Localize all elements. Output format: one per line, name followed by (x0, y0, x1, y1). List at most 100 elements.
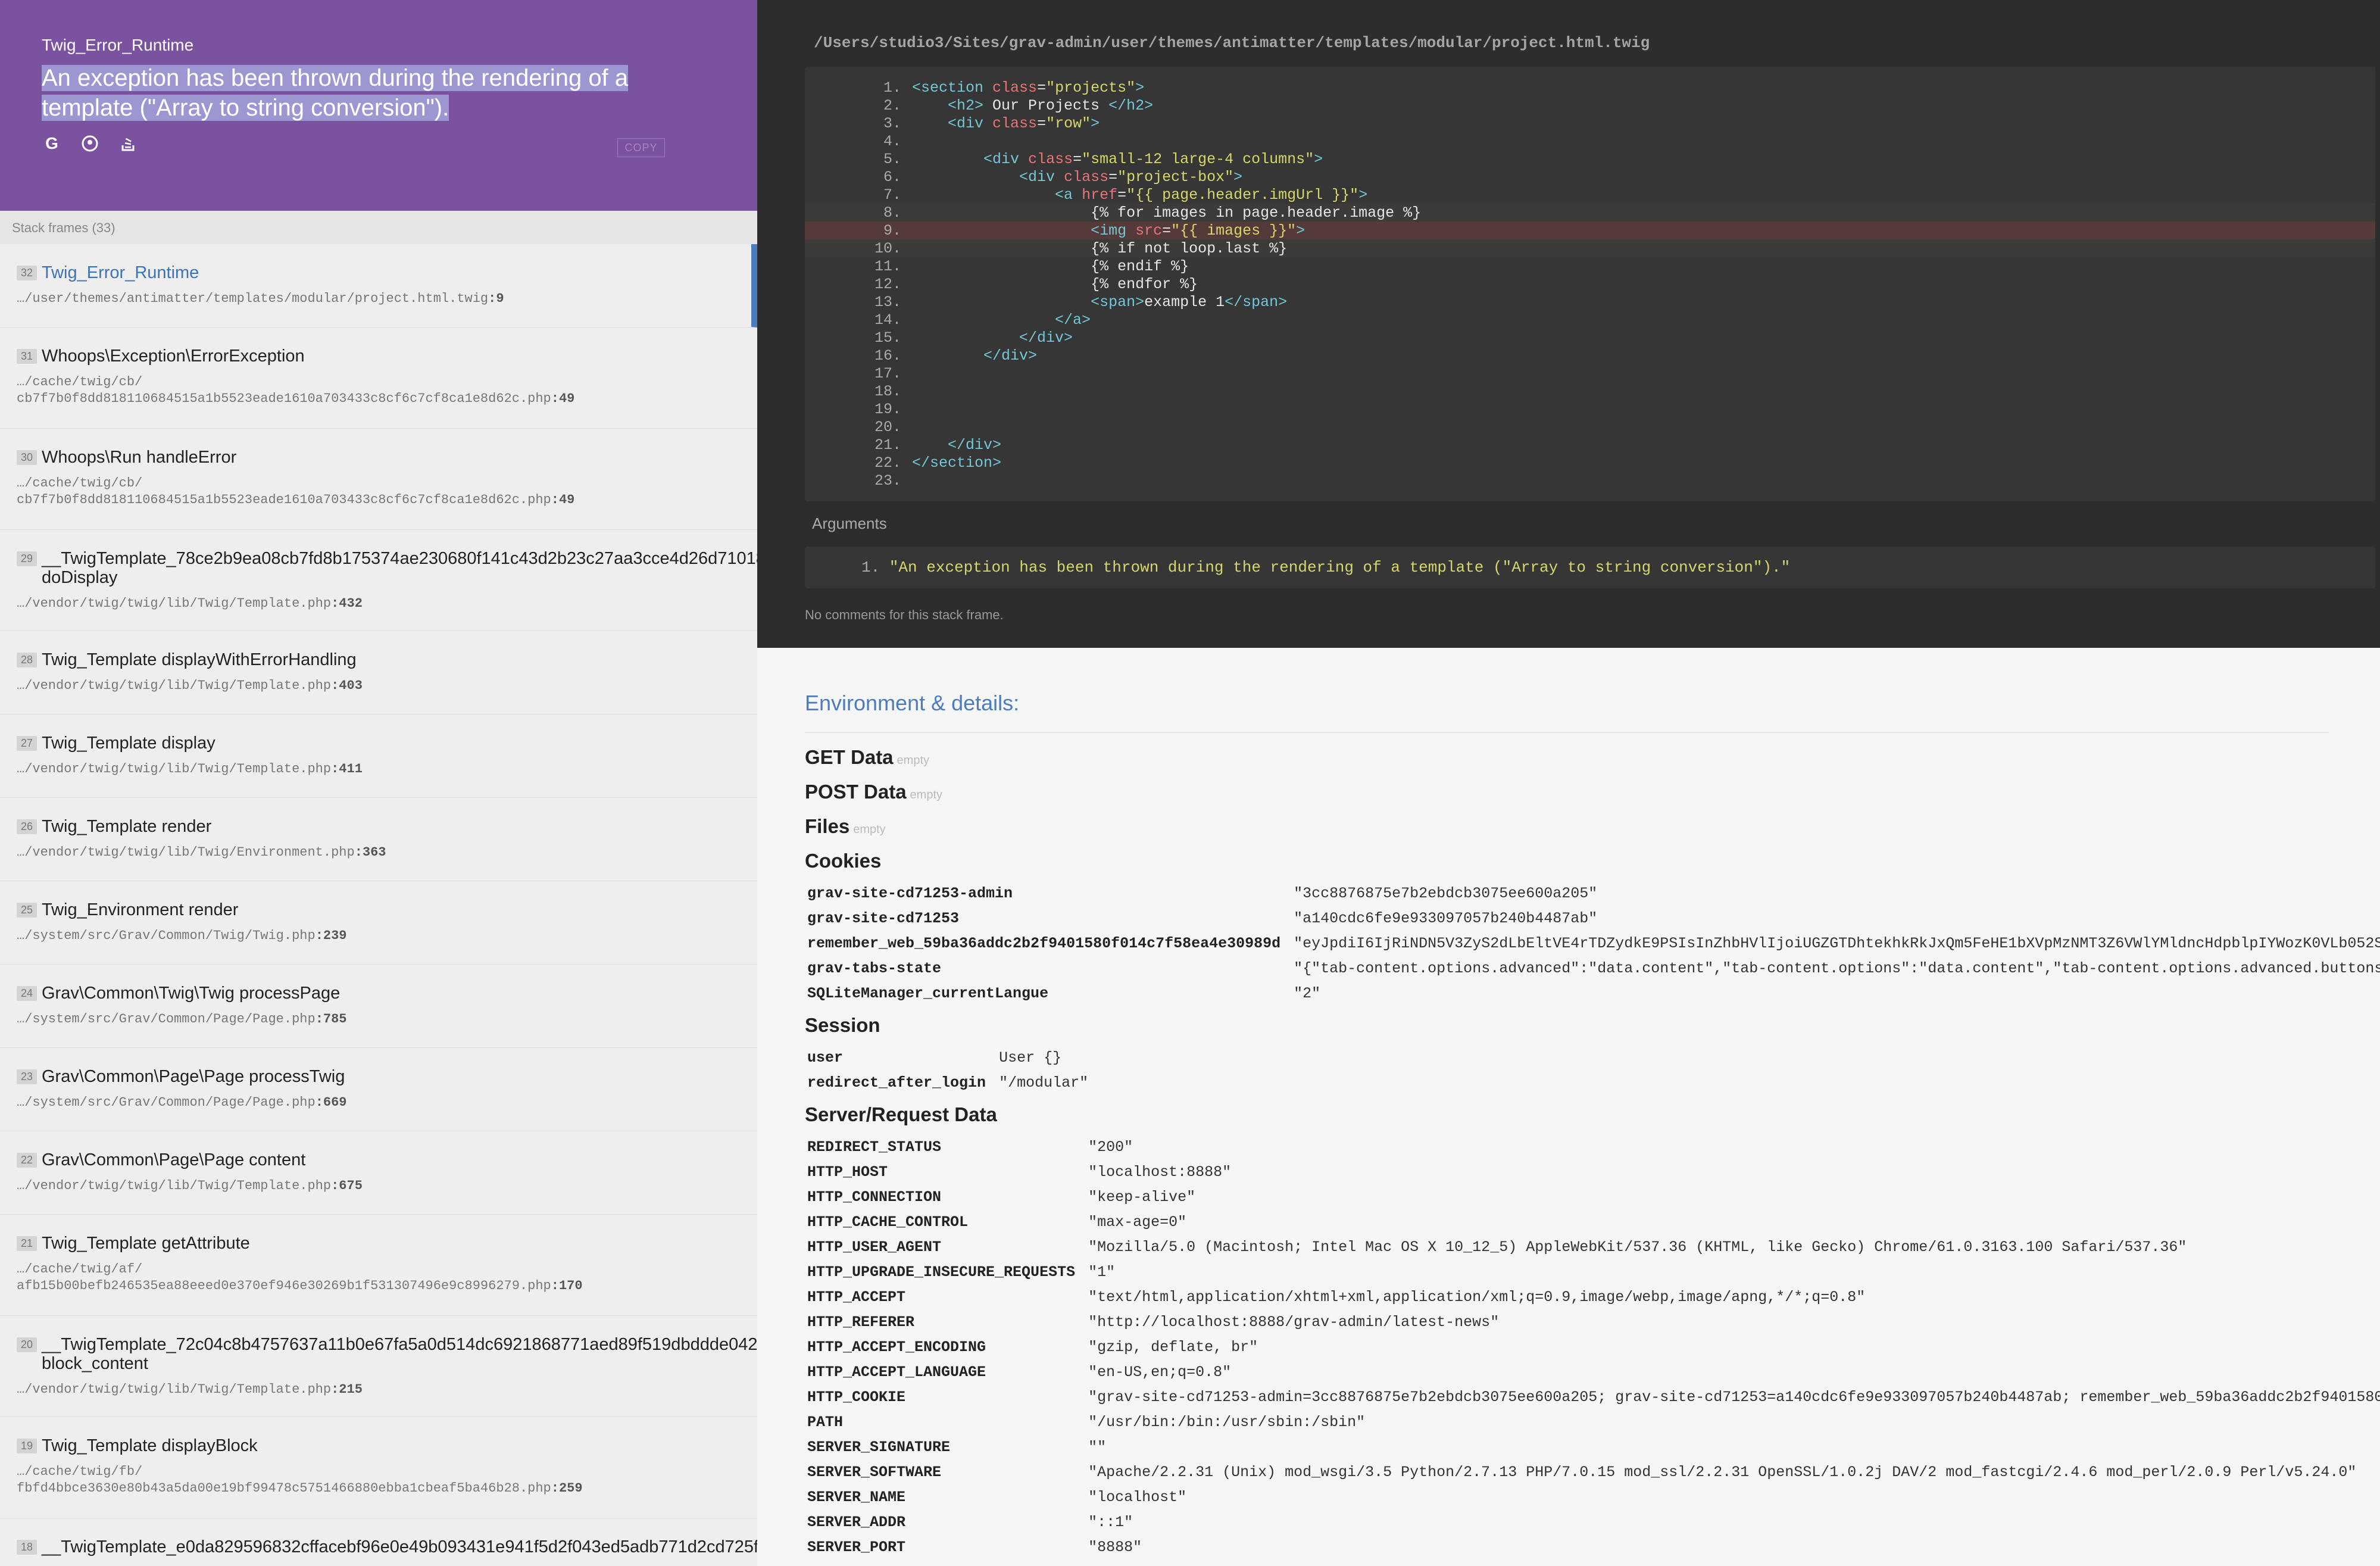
value-cell: "200" (1088, 1138, 1133, 1156)
exception-message-text: An exception has been thrown during the … (42, 65, 629, 121)
code-block: 1. <section class="projects"> 2. <h2> Our… (805, 67, 2375, 501)
server-table: REDIRECT_STATUS "200" HTTP_HOST "localhost:… (807, 1134, 2380, 1559)
stack-frame[interactable]: 18 __TwigTemplate_e0da829596832cffacebf96… (0, 1518, 757, 1566)
frame-file: …/system/src/Grav/Common/Page/Page.php:6… (17, 1095, 347, 1110)
google-icon[interactable]: G (42, 133, 62, 154)
frame-index: 20 (17, 1337, 37, 1352)
key-cell: grav-tabs-state (807, 959, 942, 977)
frame-title: Twig_Environment render (42, 900, 239, 919)
argument-index: 1. (861, 559, 880, 576)
table-row: HTTP_ACCEPT_LANGUAGE "en-US,en;q=0.8" (807, 1359, 2380, 1384)
frame-file: …/vendor/twig/twig/lib/Twig/Template.php… (17, 678, 363, 693)
key-cell: user (807, 1049, 844, 1066)
frame-title: Twig_Template getAttribute (42, 1234, 250, 1253)
table-row: HTTP_COOKIE "grav-site-cd71253-admin=3cc8… (807, 1384, 2380, 1409)
frame-file: …/vendor/twig/twig/lib/Twig/Template.php… (17, 762, 363, 776)
copy-button[interactable]: COPY (617, 138, 665, 157)
stack-frames-panel: Twig_Error_Runtime An exception has been… (0, 0, 757, 1566)
exception-class: Twig_Error_Runtime (42, 36, 194, 54)
stack-frame[interactable]: 29 __TwigTemplate_78ce2b9ea08cb7fd8b17537… (0, 530, 757, 631)
value-cell: "max-age=0" (1088, 1213, 1187, 1231)
frame-title: __TwigTemplate_78ce2b9ea08cb7fd8b175374a… (42, 549, 757, 587)
frame-title: Grav\Common\Page\Page processTwig (42, 1067, 345, 1086)
value-cell: "/usr/bin:/bin:/usr/sbin:/sbin" (1088, 1413, 1366, 1431)
stack-frame[interactable]: 32 Twig_Error_Runtime …/user/themes/antima… (0, 244, 757, 327)
value-cell: "en-US,en;q=0.8" (1088, 1363, 1232, 1381)
frame-index: 28 (17, 653, 37, 667)
table-row: HTTP_HOST "localhost:8888" (807, 1159, 2380, 1184)
frame-file: …/cache/twig/cb/ cb7f7b0f8dd818110684515… (17, 476, 575, 507)
frame-index: 26 (17, 819, 37, 834)
table-row: HTTP_UPGRADE_INSECURE_REQUESTS "1" (807, 1259, 2380, 1284)
duckduckgo-icon[interactable] (80, 133, 100, 154)
error-line: 9. <img src="{{ images }}"> (805, 222, 2375, 239)
value-cell: "{"tab-content.options.advanced":"data.c… (1294, 959, 2380, 977)
key-cell: HTTP_ACCEPT_ENCODING (807, 1338, 986, 1356)
frame-index: 23 (17, 1069, 37, 1084)
table-row: HTTP_USER_AGENT "Mozilla/5.0 (Macintosh; … (807, 1234, 2380, 1259)
frame-index: 30 (17, 450, 37, 465)
frame-file: …/user/themes/antimatter/templates/modul… (17, 291, 504, 306)
value-cell: "text/html,application/xhtml+xml,applica… (1088, 1288, 1866, 1306)
arguments-box: 1. "An exception has been thrown during … (805, 547, 2375, 588)
table-row: grav-tabs-state "{"tab-content.options.ad… (807, 956, 2380, 981)
stackoverflow-icon[interactable] (118, 133, 138, 154)
key-cell: SERVER_SIGNATURE (807, 1438, 951, 1456)
post-data-title: POST Data empty (805, 781, 943, 803)
value-cell: "::1" (1088, 1513, 1133, 1531)
stack-frame[interactable]: 20 __TwigTemplate_72c04c8b4757637a11b0e67… (0, 1316, 757, 1417)
argument-value: "An exception has been thrown during the… (889, 559, 1791, 576)
key-cell: redirect_after_login (807, 1074, 986, 1091)
frame-file-path[interactable]: /Users/studio3/Sites/grav-admin/user/the… (814, 34, 1650, 52)
table-row: REDIRECT_STATUS "200" (807, 1134, 2380, 1159)
value-cell: "2" (1294, 984, 1321, 1002)
stack-frame[interactable]: 24 Grav\Common\Twig\Twig processPage …/sys… (0, 965, 757, 1048)
value-cell: "http://localhost:8888/grav-admin/latest… (1088, 1313, 1500, 1331)
key-cell: HTTP_ACCEPT (807, 1288, 906, 1306)
table-row: PATH "/usr/bin:/bin:/usr/sbin:/sbin" (807, 1409, 2380, 1434)
key-cell: HTTP_ACCEPT_LANGUAGE (807, 1363, 986, 1381)
table-row: SERVER_SIGNATURE "" (807, 1434, 2380, 1459)
stack-frame[interactable]: 26 Twig_Template render …/vendor/twig/twig… (0, 798, 757, 881)
key-cell: grav-site-cd71253-admin (807, 884, 1013, 902)
table-row: grav-site-cd71253 "a140cdc6fe9e933097057b… (807, 906, 2380, 931)
table-row: SERVER_PORT "8888" (807, 1534, 2380, 1559)
value-cell: "a140cdc6fe9e933097057b240b4487ab" (1294, 909, 1598, 927)
stack-frame[interactable]: 21 Twig_Template getAttribute …/cache/twig… (0, 1215, 757, 1316)
key-cell: HTTP_CACHE_CONTROL (807, 1213, 969, 1231)
key-cell: HTTP_USER_AGENT (807, 1238, 942, 1256)
cookies-table: grav-site-cd71253-admin "3cc8876875e7b2eb… (807, 881, 2380, 1006)
table-row: HTTP_CONNECTION "keep-alive" (807, 1184, 2380, 1209)
key-cell: SERVER_SOFTWARE (807, 1463, 942, 1481)
frame-file: …/system/src/Grav/Common/Page/Page.php:7… (17, 1012, 347, 1027)
frame-index: 24 (17, 986, 37, 1001)
stack-frame[interactable]: 30 Whoops\Run handleError …/cache/twig/cb/… (0, 429, 757, 530)
frame-title: Whoops\Run handleError (42, 448, 237, 467)
exception-message: An exception has been thrown during the … (42, 63, 716, 123)
frame-title: Twig_Template displayBlock (42, 1436, 258, 1455)
table-row: grav-site-cd71253-admin "3cc8876875e7b2eb… (807, 881, 2380, 906)
frame-title: Twig_Template display (42, 734, 215, 753)
stack-frame[interactable]: 22 Grav\Common\Page\Page content …/vendor/… (0, 1131, 757, 1215)
table-row: SERVER_ADDR "::1" (807, 1509, 2380, 1534)
session-table: user User {} redirect_after_login "/modular… (807, 1045, 1088, 1095)
value-cell: "Mozilla/5.0 (Macintosh; Intel Mac OS X … (1088, 1238, 2187, 1256)
frame-title: Whoops\Exception\ErrorException (42, 347, 305, 366)
stack-frame[interactable]: 19 Twig_Template displayBlock …/cache/twig… (0, 1417, 757, 1518)
exception-header: Twig_Error_Runtime An exception has been… (0, 0, 757, 211)
stack-frame[interactable]: 23 Grav\Common\Page\Page processTwig …/sys… (0, 1048, 757, 1131)
stack-frame[interactable]: 25 Twig_Environment render …/system/src/Gr… (0, 881, 757, 965)
value-cell: "grav-site-cd71253-admin=3cc8876875e7b2e… (1088, 1388, 2380, 1406)
frame-title: __TwigTemplate_e0da829596832cffacebf96e0… (42, 1537, 757, 1556)
value-cell: "1" (1088, 1263, 1116, 1281)
value-cell: User {} (999, 1049, 1062, 1066)
stack-frame[interactable]: 27 Twig_Template display …/vendor/twig/twi… (0, 715, 757, 798)
frame-file: …/cache/twig/af/ afb15b00befb246535ea88e… (17, 1262, 583, 1293)
frame-title: Grav\Common\Twig\Twig processPage (42, 984, 341, 1003)
table-row: SQLiteManager_currentLangue "2" (807, 981, 2380, 1006)
stack-frames-list: 32 Twig_Error_Runtime …/user/themes/antima… (0, 244, 757, 1566)
stack-frame[interactable]: 28 Twig_Template displayWithErrorHandling… (0, 631, 757, 715)
table-row: HTTP_CACHE_CONTROL "max-age=0" (807, 1209, 2380, 1234)
frame-index: 18 (17, 1540, 37, 1555)
stack-frame[interactable]: 31 Whoops\Exception\ErrorException …/cache… (0, 327, 757, 429)
